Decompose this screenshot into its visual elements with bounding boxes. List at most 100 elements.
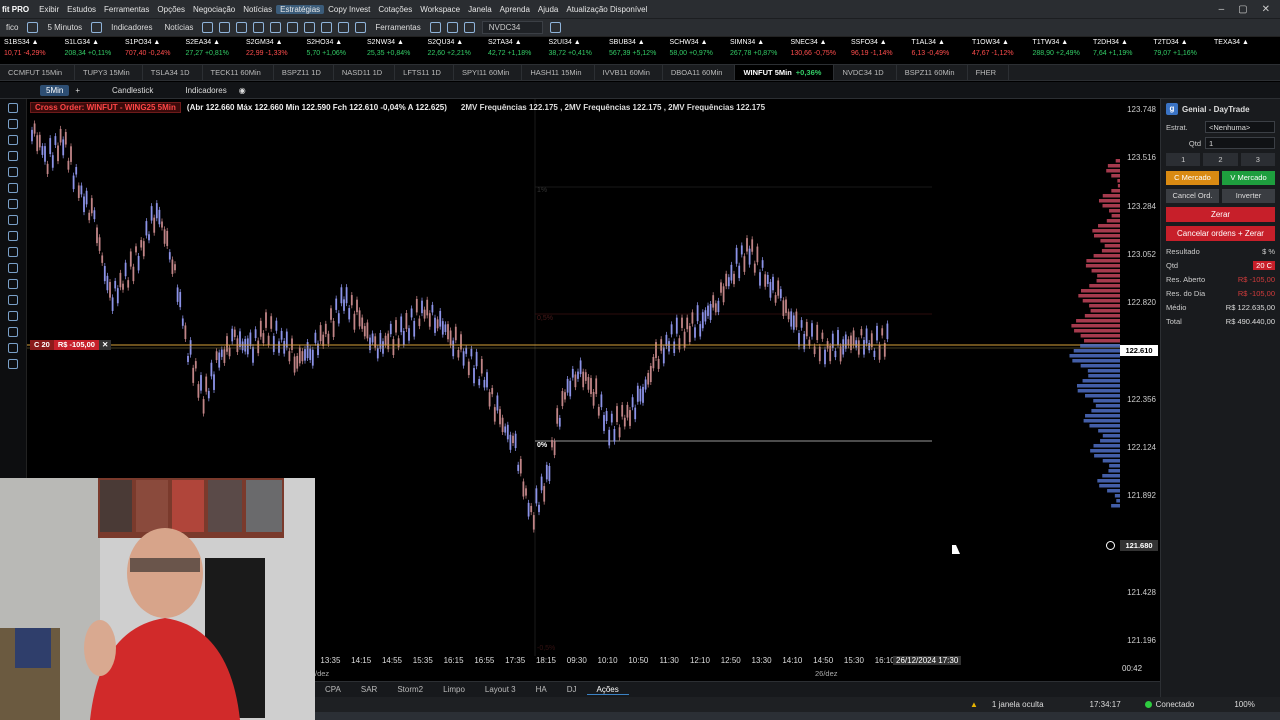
ray-tool-icon[interactable]	[8, 263, 18, 273]
color-tool-icon[interactable]	[8, 199, 18, 209]
chart-tab[interactable]: TECK11 60Min	[203, 65, 274, 80]
text-tool-icon[interactable]	[8, 215, 18, 225]
menu-item-6[interactable]: Estratégias	[276, 4, 325, 14]
layout-tab[interactable]: SAR	[351, 685, 387, 694]
ticker-item[interactable]: SIMN34 ▲ 267,78 +0,87%	[726, 37, 787, 59]
chart-tab[interactable]: WINFUT 5Min +0,36%	[735, 65, 835, 80]
menu-item-3[interactable]: Opções	[153, 5, 189, 14]
ticker-item[interactable]: T1TW34 ▲ 288,90 +2,49%	[1029, 37, 1090, 59]
strategy-select[interactable]: <Nenhuma>	[1205, 121, 1275, 133]
list-icon[interactable]	[429, 22, 441, 33]
menu-item-5[interactable]: Notícias	[239, 5, 276, 14]
hline-tool-icon[interactable]	[8, 311, 18, 321]
grid-icon[interactable]	[202, 22, 214, 33]
layout-tab[interactable]: Storm2	[387, 685, 433, 694]
chart-tab[interactable]: NVDC34 1D	[834, 65, 897, 80]
cancel-orders-button[interactable]: Cancel Ord.	[1166, 189, 1219, 203]
magnet-tool-icon[interactable]	[8, 167, 18, 177]
currency-toggle-icon[interactable]: $ %	[1262, 247, 1275, 256]
chart-tab[interactable]: IVVB11 60Min	[595, 65, 663, 80]
news-button[interactable]: Notícias	[159, 23, 200, 32]
ticker-item[interactable]: T2DH34 ▲ 7,64 +1,19%	[1089, 37, 1150, 59]
timeframe-selector[interactable]: 5 Minutos	[41, 23, 88, 32]
doc-icon[interactable]	[253, 22, 265, 33]
ticker-item[interactable]: T2TD34 ▲ 79,07 +1,16%	[1150, 37, 1211, 59]
target-icon[interactable]	[321, 22, 333, 33]
time-axis[interactable]: 13:35 14:15 14:55 15:35 16:15 16:55 17:35 18:15…	[315, 656, 1120, 669]
arrow-up-tool-icon[interactable]	[8, 343, 18, 353]
ticker-item[interactable]: SSFO34 ▲ 96,19 -1,14%	[847, 37, 908, 59]
buy-market-button[interactable]: C Mercado	[1166, 171, 1219, 185]
bars-icon[interactable]	[338, 22, 350, 33]
eye-tool-icon[interactable]	[8, 183, 18, 193]
ticker-item[interactable]: S2UI34 ▲ 38,72 +0,41%	[545, 37, 606, 59]
sell-market-button[interactable]: V Mercado	[1222, 171, 1275, 185]
ticker-item[interactable]: S2GM34 ▲ 22,99 -1,33%	[242, 37, 303, 59]
layout-tab[interactable]: Limpo	[433, 685, 475, 694]
chart-tab[interactable]: DBOA11 60Min	[663, 65, 736, 80]
line-tool-icon[interactable]	[8, 231, 18, 241]
indicators-button[interactable]: Indicadores	[105, 23, 158, 32]
chart-tab[interactable]: TUPY3 15Min	[75, 65, 143, 80]
qty-field[interactable]: 1	[1205, 137, 1275, 149]
layout-tab[interactable]: Ações	[586, 685, 629, 695]
invert-button[interactable]: Inverter	[1222, 189, 1275, 203]
ticker-item[interactable]: S1PO34 ▲ 707,40 -0,24%	[121, 37, 182, 59]
cursor-tool-icon[interactable]	[8, 103, 18, 113]
fib-tool-icon[interactable]	[8, 295, 18, 305]
ticker-item[interactable]: SNEC34 ▲ 130,66 -0,75%	[787, 37, 848, 59]
tv-icon[interactable]	[236, 22, 248, 33]
channel-tool-icon[interactable]	[8, 279, 18, 289]
eye-icon[interactable]: ◉	[233, 86, 252, 95]
ticker-item[interactable]: SCHW34 ▲ 58,00 +0,97%	[666, 37, 727, 59]
menu-item-12[interactable]: Ajuda	[534, 5, 562, 14]
ticker-item[interactable]: TEXA34 ▲	[1210, 37, 1271, 48]
minimize-icon[interactable]: –	[1219, 4, 1225, 15]
menu-item-9[interactable]: Workspace	[416, 5, 464, 14]
chart-indicators[interactable]: Indicadores	[179, 86, 232, 95]
menu-icon[interactable]	[550, 22, 562, 33]
chart-tab[interactable]: LFTS11 1D	[395, 65, 454, 80]
chart-tab[interactable]: SPYI11 60Min	[454, 65, 523, 80]
chart-tab[interactable]: BSPZ11 1D	[274, 65, 334, 80]
clock-icon[interactable]	[27, 22, 39, 33]
calc-icon[interactable]	[446, 22, 458, 33]
chart-tab[interactable]: NASD11 1D	[334, 65, 396, 80]
crosshair-tool-icon[interactable]	[8, 119, 18, 129]
eraser-tool-icon[interactable]	[8, 135, 18, 145]
trend-tool-icon[interactable]	[8, 247, 18, 257]
ticker-item[interactable]: S1BS34 ▲ 10,71 -4,29%	[0, 37, 61, 59]
zoom-icon[interactable]	[270, 22, 282, 33]
quick-qty-button[interactable]: 3	[1240, 153, 1275, 166]
menu-item-11[interactable]: Aprenda	[496, 5, 534, 14]
quick-qty-button[interactable]: 2	[1203, 153, 1238, 166]
symbol-select[interactable]: NVDC34	[481, 21, 544, 34]
menu-item-10[interactable]: Janela	[464, 5, 496, 14]
menu-item-13[interactable]: Atualização Disponível	[562, 5, 651, 14]
ticker-item[interactable]: S2TA34 ▲ 42,72 +1,18%	[484, 37, 545, 59]
hidden-windows[interactable]: 1 janela oculta	[992, 700, 1044, 709]
ticker-item[interactable]: S2QU34 ▲ 22,60 +2,21%	[424, 37, 485, 59]
layout-tab[interactable]: HA	[526, 685, 557, 694]
ticker-item[interactable]: S2EA34 ▲ 27,27 +0,81%	[182, 37, 243, 59]
zoom-out-icon[interactable]	[287, 22, 299, 33]
ticker-item[interactable]: T1OW34 ▲ 47,67 -1,12%	[968, 37, 1029, 59]
layout-tab[interactable]: CPA	[315, 685, 351, 694]
price-axis[interactable]: 123.748123.516123.284123.052122.820122.5…	[1120, 99, 1160, 656]
chart-tab[interactable]: BSPZ11 60Min	[897, 65, 968, 80]
maximize-icon[interactable]: ▢	[1238, 4, 1247, 15]
chart-tab[interactable]: CCMFUT 15Min	[0, 65, 76, 80]
account-title[interactable]: Genial - DayTrade	[1182, 105, 1250, 114]
quick-qty-button[interactable]: 1	[1166, 153, 1201, 166]
close-position-icon[interactable]: ✕	[98, 340, 112, 350]
chart-type[interactable]: Candlestick	[106, 86, 159, 95]
font-tool-icon[interactable]	[8, 327, 18, 337]
refresh-icon[interactable]	[304, 22, 316, 33]
ticker-item[interactable]: S2NW34 ▲ 25,35 +0,84%	[363, 37, 424, 59]
menu-item-0[interactable]: Exibir	[35, 5, 63, 14]
ticker-item[interactable]: SBUB34 ▲ 567,39 +5,12%	[605, 37, 666, 59]
position-tag[interactable]: C 20 R$ -105,00 ✕	[30, 340, 112, 350]
menu-item-7[interactable]: Copy Invest	[324, 5, 374, 14]
cancel-and-zero-button[interactable]: Cancelar ordens + Zerar	[1166, 226, 1275, 241]
layout-tab[interactable]: DJ	[557, 685, 587, 694]
